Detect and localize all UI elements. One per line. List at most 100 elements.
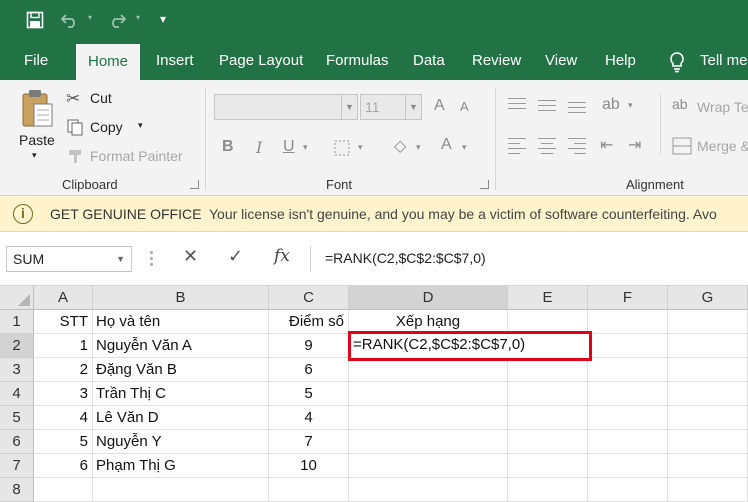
cell-f4[interactable]: [588, 382, 668, 406]
chevron-down-icon[interactable]: ▼: [405, 95, 421, 119]
tab-view[interactable]: View: [545, 42, 577, 80]
decrease-indent-icon[interactable]: ⇤: [600, 135, 613, 155]
cell-g7[interactable]: [668, 454, 748, 478]
bold-button[interactable]: B: [222, 138, 234, 156]
worksheet-grid[interactable]: A B C D E F G 1 2 3 4 5 6 7 8 STT Họ và …: [0, 286, 748, 502]
fill-color-icon[interactable]: ◇: [394, 136, 406, 156]
cell-c4[interactable]: 5: [269, 382, 349, 406]
row-header-1[interactable]: 1: [0, 310, 34, 334]
tab-data[interactable]: Data: [413, 42, 445, 80]
column-header-c[interactable]: C: [269, 286, 349, 310]
cell-e6[interactable]: [508, 430, 588, 454]
format-painter-button[interactable]: Format Painter: [90, 148, 183, 164]
tab-review[interactable]: Review: [472, 42, 521, 80]
clipboard-launcher-icon[interactable]: [190, 180, 199, 189]
cell-g5[interactable]: [668, 406, 748, 430]
cut-button[interactable]: Cut: [90, 90, 112, 106]
cell-a5[interactable]: 4: [34, 406, 93, 430]
font-color-dropdown-icon[interactable]: ▾: [462, 142, 467, 153]
font-launcher-icon[interactable]: [480, 180, 489, 189]
cell-c8[interactable]: [269, 478, 349, 502]
cancel-icon[interactable]: ✕: [183, 246, 198, 267]
cell-a3[interactable]: 2: [34, 358, 93, 382]
cell-f5[interactable]: [588, 406, 668, 430]
cell-b5[interactable]: Lê Văn D: [93, 406, 269, 430]
cell-a1[interactable]: STT: [34, 310, 93, 334]
shrink-font-icon[interactable]: A: [460, 99, 469, 114]
row-header-2[interactable]: 2: [0, 334, 34, 358]
cell-a7[interactable]: 6: [34, 454, 93, 478]
cell-f6[interactable]: [588, 430, 668, 454]
tab-help[interactable]: Help: [605, 42, 636, 80]
cell-c3[interactable]: 6: [269, 358, 349, 382]
align-right-icon[interactable]: [568, 138, 586, 154]
chevron-down-icon[interactable]: ▼: [341, 95, 357, 119]
tell-me-search[interactable]: Tell me: [700, 42, 748, 80]
cell-c7[interactable]: 10: [269, 454, 349, 478]
undo-dropdown-icon[interactable]: ▾: [88, 13, 92, 22]
cell-e3[interactable]: [508, 358, 588, 382]
cell-g2[interactable]: [668, 334, 748, 358]
save-icon[interactable]: [26, 11, 44, 29]
undo-icon[interactable]: [60, 11, 80, 29]
cell-b6[interactable]: Nguyễn Y: [93, 430, 269, 454]
row-header-3[interactable]: 3: [0, 358, 34, 382]
cell-e4[interactable]: [508, 382, 588, 406]
tab-page-layout[interactable]: Page Layout: [219, 42, 303, 80]
row-header-5[interactable]: 5: [0, 406, 34, 430]
cell-d7[interactable]: [349, 454, 508, 478]
font-name-combo[interactable]: ▼: [214, 94, 358, 120]
row-header-8[interactable]: 8: [0, 478, 34, 502]
column-header-g[interactable]: G: [668, 286, 748, 310]
cell-f8[interactable]: [588, 478, 668, 502]
merge-center-button[interactable]: Merge &: [697, 138, 748, 154]
cell-editor-d2[interactable]: =RANK(C2,$C$2:$C$7,0): [348, 331, 592, 361]
cell-a4[interactable]: 3: [34, 382, 93, 406]
align-left-icon[interactable]: [508, 138, 526, 154]
cell-d5[interactable]: [349, 406, 508, 430]
cell-a8[interactable]: [34, 478, 93, 502]
select-all-button[interactable]: [0, 286, 34, 310]
column-header-e[interactable]: E: [508, 286, 588, 310]
cell-f1[interactable]: [588, 310, 668, 334]
align-middle-icon[interactable]: [538, 100, 556, 114]
name-box[interactable]: SUM ▼: [6, 246, 132, 272]
cell-c2[interactable]: 9: [269, 334, 349, 358]
cell-g6[interactable]: [668, 430, 748, 454]
font-color-button[interactable]: A: [441, 136, 452, 154]
column-header-b[interactable]: B: [93, 286, 269, 310]
row-header-4[interactable]: 4: [0, 382, 34, 406]
row-header-7[interactable]: 7: [0, 454, 34, 478]
cell-f3[interactable]: [588, 358, 668, 382]
cell-b8[interactable]: [93, 478, 269, 502]
align-center-icon[interactable]: [538, 138, 556, 154]
column-header-f[interactable]: F: [588, 286, 668, 310]
cell-e8[interactable]: [508, 478, 588, 502]
tab-insert[interactable]: Insert: [156, 42, 194, 80]
column-header-a[interactable]: A: [34, 286, 93, 310]
tab-formulas[interactable]: Formulas: [326, 42, 389, 80]
borders-icon[interactable]: [334, 140, 350, 156]
copy-button[interactable]: Copy: [90, 119, 123, 135]
splitter-handle[interactable]: [150, 251, 153, 267]
lightbulb-icon[interactable]: [668, 51, 686, 73]
cell-g4[interactable]: [668, 382, 748, 406]
copy-dropdown-icon[interactable]: ▾: [138, 120, 143, 131]
font-size-combo[interactable]: 11 ▼: [360, 94, 422, 120]
cell-f2[interactable]: [588, 334, 668, 358]
italic-button[interactable]: I: [256, 138, 262, 157]
align-bottom-icon[interactable]: [568, 102, 586, 116]
cell-b4[interactable]: Trần Thị C: [93, 382, 269, 406]
cell-g8[interactable]: [668, 478, 748, 502]
cell-c1[interactable]: Điểm số: [269, 310, 349, 334]
cell-d8[interactable]: [349, 478, 508, 502]
row-header-6[interactable]: 6: [0, 430, 34, 454]
tab-file[interactable]: File: [24, 42, 48, 80]
underline-button[interactable]: U: [283, 138, 295, 156]
cell-g1[interactable]: [668, 310, 748, 334]
wrap-text-button[interactable]: Wrap Te: [697, 99, 748, 115]
formula-input[interactable]: =RANK(C2,$C$2:$C$7,0): [310, 246, 748, 272]
insert-function-icon[interactable]: fx: [274, 246, 290, 266]
paste-icon[interactable]: [20, 88, 56, 130]
cell-b1[interactable]: Họ và tên: [93, 310, 269, 334]
